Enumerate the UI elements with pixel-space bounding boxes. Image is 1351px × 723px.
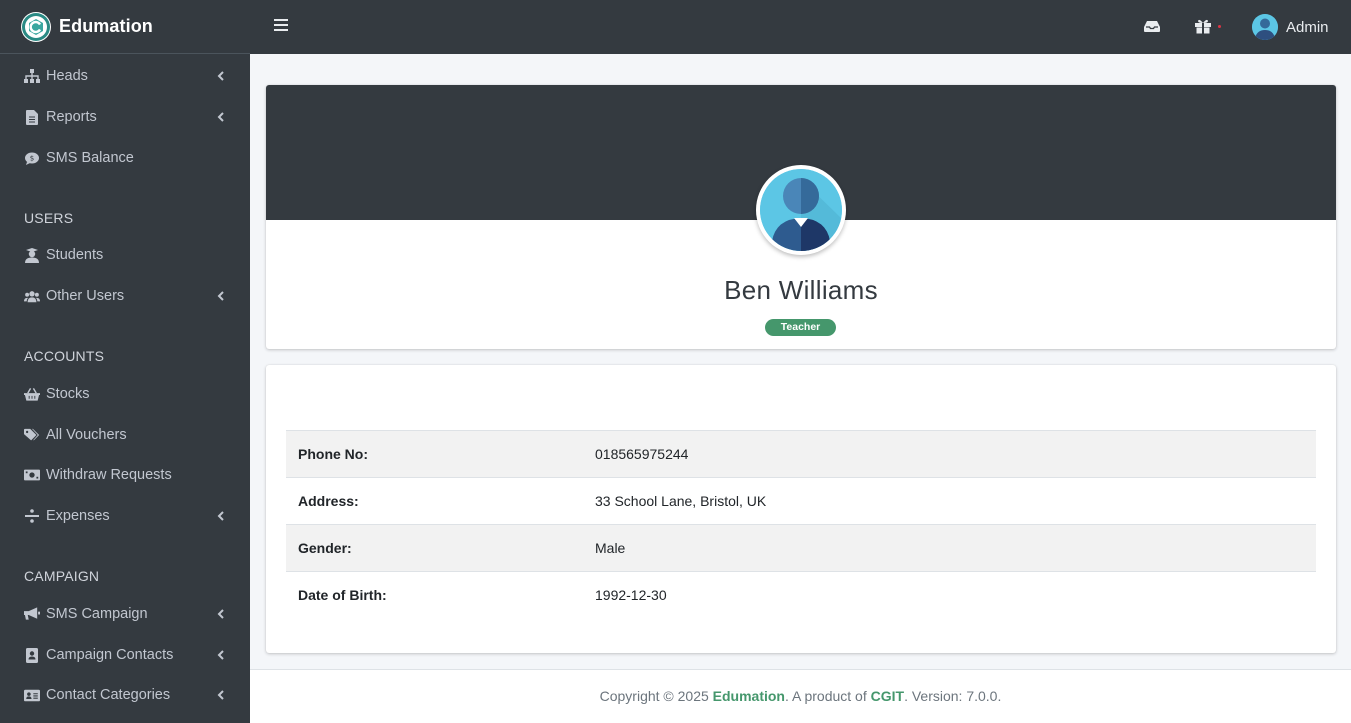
notification-dot [1218, 25, 1221, 28]
profile-name: Ben Williams [724, 275, 878, 305]
inbox-icon[interactable] [1143, 17, 1161, 35]
gift-icon[interactable] [1194, 17, 1212, 35]
chevron-left-icon [217, 511, 224, 521]
profile-details-table: Phone No: 018565975244 Address: 33 Schoo… [286, 430, 1316, 618]
brand-name: Edumation [59, 16, 153, 36]
user-graduate-icon [24, 247, 40, 263]
chevron-left-icon [217, 609, 224, 619]
brand[interactable]: Edumation [0, 0, 250, 54]
sidebar-item-contact-categories[interactable]: Contact Categories [0, 675, 250, 715]
detail-value: Male [595, 540, 626, 556]
sidebar-item-label: All Vouchers [46, 427, 127, 443]
tags-icon [24, 427, 40, 443]
user-name: Admin [1286, 18, 1329, 36]
address-book-icon [24, 647, 40, 663]
nav-header-accounts: ACCOUNTS [24, 348, 105, 364]
svg-text:$: $ [30, 154, 34, 162]
detail-key: Phone No: [298, 446, 368, 462]
sidebar-item-label: Expenses [46, 508, 110, 524]
sidebar-item-label: Other Users [46, 288, 125, 304]
sidebar-item-withdraw-requests[interactable]: Withdraw Requests [0, 455, 250, 495]
footer: Copyright © 2025 Edumation. A product of… [250, 669, 1351, 723]
sidebar-item-stocks[interactable]: Stocks [0, 374, 250, 414]
chevron-left-icon [217, 291, 224, 301]
address-card-icon [24, 687, 40, 703]
sidebar-item-label: SMS Balance [46, 150, 134, 166]
money-bill-icon [24, 467, 40, 483]
sidebar-item-all-vouchers[interactable]: All Vouchers [0, 415, 250, 455]
sidebar-item-label: Withdraw Requests [46, 467, 172, 483]
chevron-left-icon [217, 650, 224, 660]
sidebar-item-sms-campaign[interactable]: SMS Campaign [0, 594, 250, 634]
chevron-left-icon [217, 690, 224, 700]
footer-middle: . A product of [785, 688, 871, 704]
detail-key: Gender: [298, 540, 352, 556]
divide-icon [24, 508, 40, 524]
footer-company-link[interactable]: CGIT [871, 688, 904, 704]
sitemap-icon [24, 68, 40, 84]
detail-value: 1992-12-30 [595, 586, 667, 603]
chevron-left-icon [217, 71, 224, 81]
sidebar-item-label: Campaign Contacts [46, 647, 174, 663]
table-row: Date of Birth: 1992-12-30 [286, 571, 1316, 618]
sidebar-item-heads[interactable]: Heads [0, 56, 250, 96]
footer-prefix: Copyright © 2025 [599, 688, 713, 704]
bullhorn-icon [24, 606, 40, 622]
table-row: Gender: Male [286, 524, 1316, 572]
profile-avatar [756, 165, 846, 255]
footer-suffix: . Version: 7.0.0. [904, 688, 1002, 704]
hamburger-menu-icon[interactable] [274, 19, 288, 33]
nav-header-users: USERS [24, 210, 74, 226]
table-row: Address: 33 School Lane, Bristol, UK [286, 477, 1316, 525]
user-menu[interactable]: Admin [1252, 13, 1329, 41]
topbar: Admin [250, 0, 1351, 54]
sidebar-item-label: Stocks [46, 386, 90, 402]
sidebar-item-other-users[interactable]: Other Users [0, 276, 250, 316]
sidebar: Edumation Heads Reports $ SMS Balance US… [0, 0, 250, 723]
sidebar-item-label: Heads [46, 68, 88, 84]
detail-value: 33 School Lane, Bristol, UK [595, 493, 767, 509]
nav-header-campaign: CAMPAIGN [24, 568, 100, 584]
brand-logo-icon [21, 11, 51, 42]
sidebar-item-campaign-contacts[interactable]: Campaign Contacts [0, 635, 250, 675]
sidebar-item-expenses[interactable]: Expenses [0, 496, 250, 536]
avatar [1252, 14, 1278, 40]
sidebar-item-label: Reports [46, 109, 97, 125]
detail-key: Address: [298, 493, 359, 509]
footer-brand-link[interactable]: Edumation [713, 688, 785, 704]
sidebar-item-students[interactable]: Students [0, 235, 250, 275]
sidebar-item-label: Contact Categories [46, 687, 171, 703]
sidebar-item-label: SMS Campaign [46, 606, 148, 622]
profile-card: Ben Williams Teacher [266, 85, 1336, 349]
chevron-left-icon [217, 112, 224, 122]
shopping-basket-icon [24, 386, 40, 402]
sidebar-item-reports[interactable]: Reports [0, 97, 250, 137]
profile-details-card: Phone No: 018565975244 Address: 33 Schoo… [266, 365, 1336, 653]
detail-value: 018565975244 [595, 446, 689, 462]
sidebar-item-sms-balance[interactable]: $ SMS Balance [0, 138, 250, 178]
users-icon [24, 288, 40, 304]
file-alt-icon [24, 109, 40, 125]
role-badge: Teacher [765, 319, 836, 336]
sidebar-item-label: Students [46, 247, 104, 263]
table-row: Phone No: 018565975244 [286, 430, 1316, 478]
comment-dollar-icon: $ [24, 150, 40, 166]
detail-key: Date of Birth: [298, 586, 387, 603]
